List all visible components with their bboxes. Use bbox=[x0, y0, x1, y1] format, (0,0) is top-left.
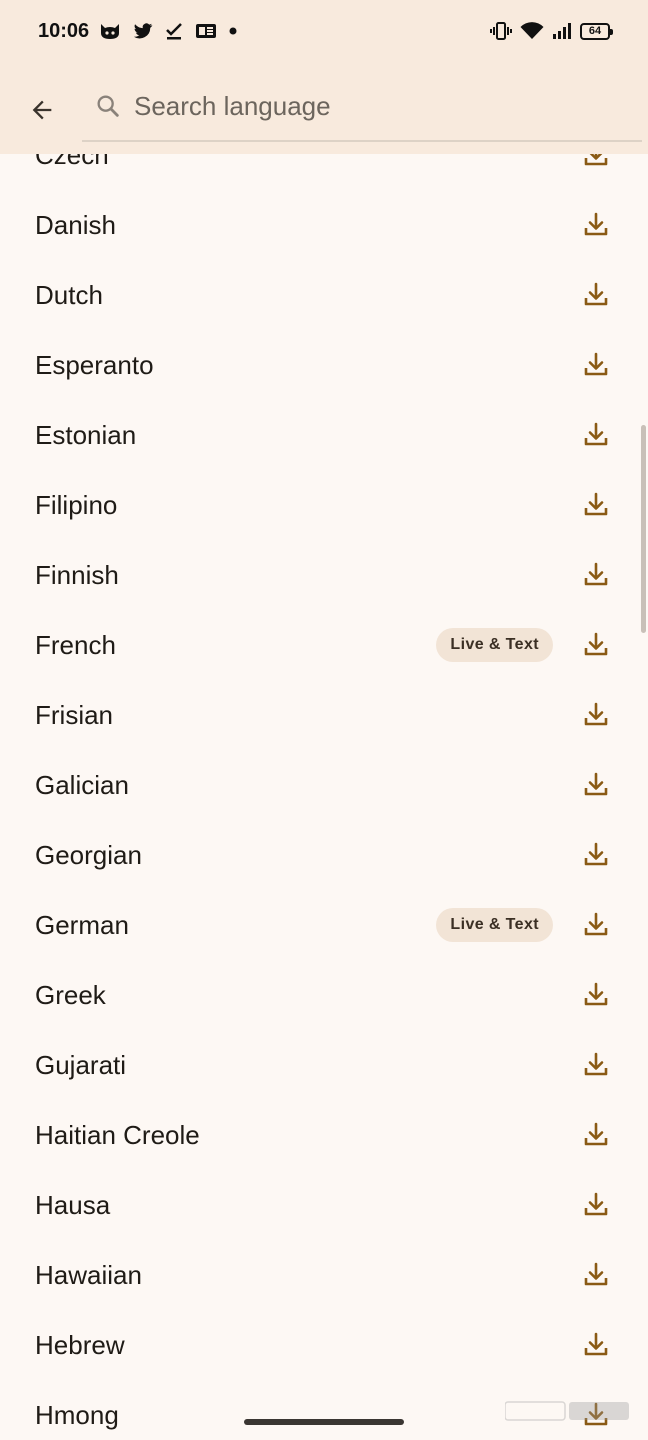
arrow-back-icon bbox=[28, 96, 56, 124]
list-item[interactable]: German Live & Text bbox=[0, 890, 648, 960]
download-button[interactable] bbox=[578, 417, 614, 453]
list-item[interactable]: Filipino bbox=[0, 470, 648, 540]
language-name: Filipino bbox=[35, 489, 118, 520]
list-item[interactable]: Hawaiian bbox=[0, 1240, 648, 1310]
list-item[interactable]: Haitian Creole bbox=[0, 1100, 648, 1170]
list-item[interactable]: Greek bbox=[0, 960, 648, 1030]
language-name: French bbox=[35, 629, 116, 660]
live-text-badge: Live & Text bbox=[436, 908, 553, 942]
download-button[interactable] bbox=[578, 1257, 614, 1293]
list-item[interactable]: Georgian bbox=[0, 820, 648, 890]
language-name: Finnish bbox=[35, 559, 119, 590]
battery-indicator: 64 bbox=[580, 22, 613, 40]
download-button[interactable] bbox=[578, 627, 614, 663]
language-name: German bbox=[35, 909, 129, 940]
download-button[interactable] bbox=[578, 977, 614, 1013]
download-icon bbox=[582, 561, 610, 589]
scrollbar[interactable] bbox=[641, 425, 646, 633]
list-item[interactable]: Czech bbox=[0, 154, 648, 190]
download-button[interactable] bbox=[578, 697, 614, 733]
download-icon bbox=[582, 281, 610, 309]
language-list[interactable]: Czech Danish Dutch Esperanto Estonian Fi… bbox=[0, 154, 648, 1440]
list-item[interactable]: Esperanto bbox=[0, 330, 648, 400]
vibrate-icon bbox=[490, 22, 512, 40]
download-button[interactable] bbox=[578, 837, 614, 873]
list-item[interactable]: Danish bbox=[0, 190, 648, 260]
download-icon bbox=[582, 1051, 610, 1079]
language-name: Hebrew bbox=[35, 1329, 125, 1360]
download-button[interactable] bbox=[578, 1187, 614, 1223]
language-name: Esperanto bbox=[35, 349, 154, 380]
language-name: Greek bbox=[35, 979, 106, 1010]
back-button[interactable] bbox=[22, 90, 62, 130]
download-icon bbox=[582, 491, 610, 519]
live-text-badge: Live & Text bbox=[436, 628, 553, 662]
checkmark-icon bbox=[165, 22, 183, 40]
list-item[interactable]: Hebrew bbox=[0, 1310, 648, 1380]
notification-icons bbox=[99, 22, 237, 40]
download-button[interactable] bbox=[578, 767, 614, 803]
download-button[interactable] bbox=[578, 1117, 614, 1153]
download-icon bbox=[582, 351, 610, 379]
list-item[interactable]: Galician bbox=[0, 750, 648, 820]
download-icon bbox=[582, 841, 610, 869]
language-name: Dutch bbox=[35, 279, 103, 310]
download-button[interactable] bbox=[578, 907, 614, 943]
search-icon bbox=[88, 86, 128, 126]
download-button[interactable] bbox=[578, 487, 614, 523]
dot-icon bbox=[229, 27, 237, 35]
language-name: Danish bbox=[35, 209, 116, 240]
download-button[interactable] bbox=[578, 154, 614, 173]
language-name: Georgian bbox=[35, 839, 142, 870]
download-button[interactable] bbox=[578, 557, 614, 593]
language-name: Hmong bbox=[35, 1399, 119, 1430]
list-item[interactable]: Finnish bbox=[0, 540, 648, 610]
list-item[interactable]: Gujarati bbox=[0, 1030, 648, 1100]
language-name: Hawaiian bbox=[35, 1259, 142, 1290]
status-bar: 10:06 64 bbox=[0, 0, 648, 62]
download-icon bbox=[582, 1261, 610, 1289]
list-item[interactable]: Hausa bbox=[0, 1170, 648, 1240]
system-status-icons: 64 bbox=[490, 22, 613, 40]
download-button[interactable] bbox=[578, 1327, 614, 1363]
language-name: Estonian bbox=[35, 419, 137, 450]
search-header bbox=[0, 62, 648, 154]
download-icon bbox=[582, 631, 610, 659]
list-item[interactable]: Estonian bbox=[0, 400, 648, 470]
watermark-logo bbox=[505, 1401, 629, 1421]
language-name: Hausa bbox=[35, 1189, 111, 1220]
list-item[interactable]: Frisian bbox=[0, 680, 648, 750]
search-input[interactable] bbox=[134, 90, 574, 122]
download-icon bbox=[582, 701, 610, 729]
download-icon bbox=[582, 1121, 610, 1149]
language-name: Czech bbox=[35, 154, 109, 170]
download-button[interactable] bbox=[578, 277, 614, 313]
download-icon bbox=[582, 1331, 610, 1359]
download-icon bbox=[582, 771, 610, 799]
download-button[interactable] bbox=[578, 1047, 614, 1083]
signal-icon bbox=[552, 22, 572, 40]
home-indicator[interactable] bbox=[244, 1419, 404, 1425]
language-name: Frisian bbox=[35, 699, 114, 730]
download-button[interactable] bbox=[578, 207, 614, 243]
twitter-icon bbox=[133, 22, 153, 40]
cat-icon bbox=[99, 22, 121, 40]
list-item[interactable]: Dutch bbox=[0, 260, 648, 330]
download-icon bbox=[582, 911, 610, 939]
download-icon bbox=[582, 981, 610, 1009]
status-time: 10:06 bbox=[38, 19, 90, 42]
download-icon bbox=[582, 211, 610, 239]
language-name: Galician bbox=[35, 769, 129, 800]
language-name: Gujarati bbox=[35, 1049, 127, 1080]
download-icon bbox=[582, 421, 610, 449]
download-icon bbox=[582, 154, 610, 169]
language-name: Haitian Creole bbox=[35, 1119, 200, 1150]
download-button[interactable] bbox=[578, 347, 614, 383]
search-field[interactable] bbox=[82, 72, 642, 142]
download-icon bbox=[582, 1191, 610, 1219]
news-icon bbox=[195, 23, 217, 39]
wifi-icon bbox=[520, 22, 544, 40]
list-item[interactable]: French Live & Text bbox=[0, 610, 648, 680]
